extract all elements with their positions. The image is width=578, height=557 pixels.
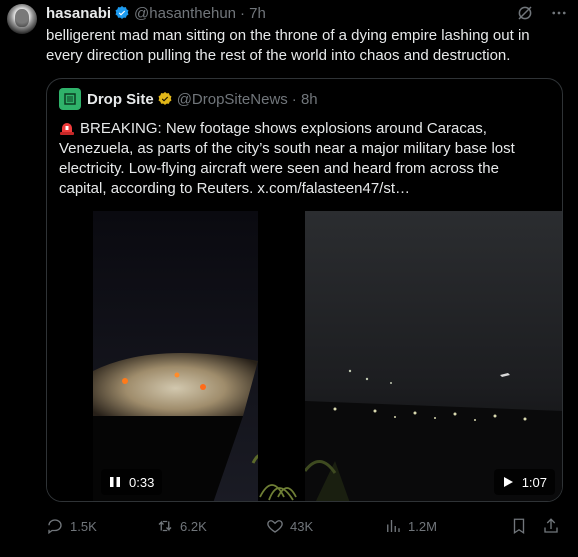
quoted-avatar: [59, 88, 81, 110]
reply-count: 1.5K: [70, 518, 97, 534]
quoted-tweet[interactable]: Drop Site @DropSiteNews · 8h BREAKING: N…: [46, 78, 563, 502]
tweet-text: belligerent mad man sitting on the thron…: [46, 27, 530, 64]
pause-icon[interactable]: [109, 476, 121, 488]
video-2-frame: [305, 211, 562, 501]
quoted-author-handle[interactable]: @DropSiteNews: [177, 91, 288, 108]
video-1-duration: 0:33: [129, 474, 155, 490]
repost-button[interactable]: 6.2K: [156, 517, 266, 535]
share-icon[interactable]: [542, 517, 560, 535]
quoted-header: Drop Site @DropSiteNews · 8h: [59, 88, 318, 110]
like-button[interactable]: 43K: [266, 517, 384, 535]
action-bar: 1.5K 6.2K 43K 1.2M: [46, 512, 566, 540]
repost-count: 6.2K: [180, 518, 207, 534]
video-2-duration-badge[interactable]: 1:07: [493, 469, 555, 495]
views-icon[interactable]: [384, 517, 402, 535]
tweet-time[interactable]: · 7h: [240, 5, 266, 22]
reply-icon[interactable]: [46, 517, 64, 535]
like-icon[interactable]: [266, 517, 284, 535]
quoted-author-name[interactable]: Drop Site: [87, 91, 154, 108]
verified-icon: [115, 6, 129, 19]
repost-icon[interactable]: [156, 517, 174, 535]
siren-icon: [60, 123, 74, 135]
quoted-text-block: BREAKING: New footage shows explosions a…: [59, 119, 549, 199]
author-handle[interactable]: @hasanthehun: [134, 5, 236, 22]
dropsite-logo-icon: [64, 93, 76, 105]
quoted-time[interactable]: · 8h: [292, 91, 318, 108]
video-2-duration: 1:07: [521, 474, 547, 490]
views-button[interactable]: 1.2M: [384, 517, 506, 535]
reply-button[interactable]: 1.5K: [46, 517, 156, 535]
bookmark-icon[interactable]: [510, 517, 528, 535]
grok-icon[interactable]: [516, 4, 534, 22]
view-count: 1.2M: [408, 518, 437, 534]
like-count: 43K: [290, 518, 314, 534]
tweet-header: hasanabi @hasanthehun · 7h: [46, 2, 568, 24]
quoted-text: BREAKING: New footage shows explosions a…: [59, 120, 515, 197]
more-icon[interactable]: [550, 4, 568, 22]
play-icon[interactable]: [502, 476, 514, 488]
verified-icon: [158, 92, 172, 105]
video-1-duration-badge[interactable]: 0:33: [101, 469, 163, 495]
video-1-frame: [93, 211, 258, 501]
author-name[interactable]: hasanabi: [46, 5, 111, 22]
avatar[interactable]: [7, 4, 37, 34]
video-2[interactable]: 1:07: [305, 211, 562, 501]
quoted-media: 0:33 1:07: [47, 203, 562, 501]
video-1[interactable]: 0:33: [93, 211, 321, 501]
foliage: [259, 484, 297, 501]
